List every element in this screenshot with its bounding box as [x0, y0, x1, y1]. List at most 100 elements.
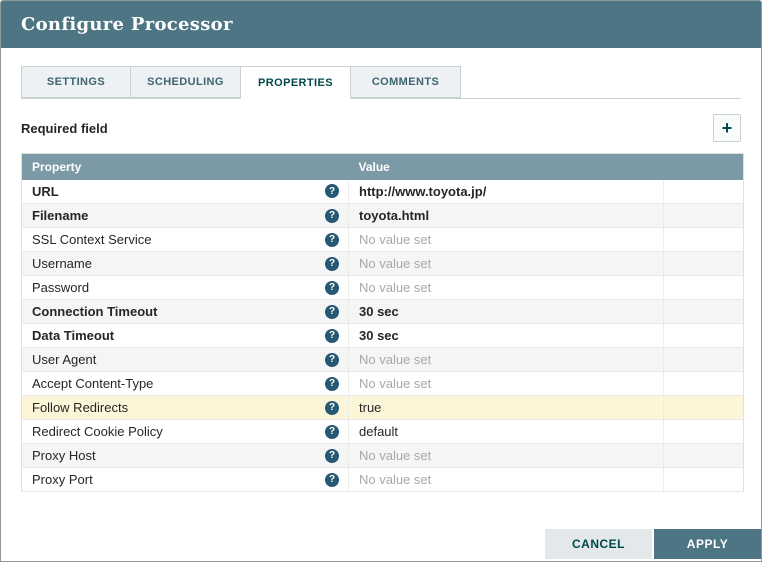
property-value[interactable]: toyota.html: [348, 203, 664, 228]
property-value[interactable]: 30 sec: [348, 299, 664, 324]
property-value[interactable]: No value set: [348, 467, 664, 492]
table-row: Data Timeout ? 30 sec: [21, 323, 744, 348]
empty-cell: [663, 179, 744, 204]
property-name: URL: [32, 183, 59, 199]
property-name: Accept Content-Type: [32, 376, 154, 391]
configure-processor-dialog: Configure Processor SETTINGS SCHEDULING …: [0, 0, 762, 562]
property-value[interactable]: true: [348, 395, 664, 420]
question-circle-icon[interactable]: ?: [325, 208, 339, 223]
property-value[interactable]: No value set: [348, 347, 664, 372]
table-row: Proxy Port ? No value set: [21, 467, 744, 492]
property-name: Proxy Port: [32, 472, 93, 487]
question-circle-icon[interactable]: ?: [325, 280, 339, 295]
table-row: Redirect Cookie Policy ? default: [21, 419, 744, 444]
question-circle-icon[interactable]: ?: [325, 256, 339, 271]
empty-cell: [663, 443, 744, 468]
tab-scheduling[interactable]: SCHEDULING: [131, 66, 241, 98]
add-property-button[interactable]: +: [713, 114, 741, 142]
property-value[interactable]: default: [348, 419, 664, 444]
empty-cell: [663, 371, 744, 396]
property-cell: Username ?: [21, 251, 349, 276]
property-value[interactable]: http://www.toyota.jp/: [348, 179, 664, 204]
property-cell: Data Timeout ?: [21, 323, 349, 348]
property-value[interactable]: No value set: [348, 371, 664, 396]
table-row: Filename ? toyota.html: [21, 203, 744, 228]
property-name: User Agent: [32, 352, 97, 367]
table-row: User Agent ? No value set: [21, 347, 744, 372]
property-value[interactable]: No value set: [348, 227, 664, 252]
property-name: Follow Redirects: [32, 400, 129, 415]
property-cell: URL ?: [21, 179, 349, 204]
column-header-property: Property: [21, 153, 349, 180]
dialog-footer: CANCEL APPLY: [545, 529, 761, 559]
empty-cell: [663, 275, 744, 300]
property-cell: Proxy Port ?: [21, 467, 349, 492]
dialog-title: Configure Processor: [21, 14, 233, 35]
property-cell: Proxy Host ?: [21, 443, 349, 468]
table-row: Follow Redirects ? true: [21, 395, 744, 420]
property-cell: Filename ?: [21, 203, 349, 228]
table-row: URL ? http://www.toyota.jp/: [21, 179, 744, 204]
cancel-button[interactable]: CANCEL: [545, 529, 652, 559]
empty-cell: [663, 395, 744, 420]
property-cell: Follow Redirects ?: [21, 395, 349, 420]
property-name: Connection Timeout: [32, 304, 158, 319]
table-row: Proxy Host ? No value set: [21, 443, 744, 468]
property-value[interactable]: No value set: [348, 443, 664, 468]
properties-table: Property Value URL ? http://www.toyota.j…: [21, 153, 744, 492]
property-name: Proxy Host: [32, 448, 96, 463]
header-row: Property Value: [21, 153, 744, 180]
property-cell: Accept Content-Type ?: [21, 371, 349, 396]
table-row: Username ? No value set: [21, 251, 744, 276]
required-field-label: Required field: [21, 120, 108, 136]
property-value[interactable]: No value set: [348, 251, 664, 276]
question-circle-icon[interactable]: ?: [325, 328, 339, 343]
column-header-value: Value: [348, 153, 664, 180]
property-cell: Password ?: [21, 275, 349, 300]
empty-cell: [663, 347, 744, 372]
question-circle-icon[interactable]: ?: [325, 376, 339, 391]
empty-cell: [663, 203, 744, 228]
question-circle-icon[interactable]: ?: [325, 424, 339, 439]
table-row: SSL Context Service ? No value set: [21, 227, 744, 252]
question-circle-icon[interactable]: ?: [325, 448, 339, 463]
table-row: Accept Content-Type ? No value set: [21, 371, 744, 396]
tab-properties[interactable]: PROPERTIES: [241, 66, 351, 99]
question-circle-icon[interactable]: ?: [325, 472, 339, 487]
tab-comments[interactable]: COMMENTS: [351, 66, 461, 98]
property-value[interactable]: 30 sec: [348, 323, 664, 348]
property-cell: Connection Timeout ?: [21, 299, 349, 324]
question-circle-icon[interactable]: ?: [325, 352, 339, 367]
empty-cell: [663, 299, 744, 324]
property-name: Username: [32, 256, 92, 271]
property-name: Data Timeout: [32, 328, 115, 343]
question-circle-icon[interactable]: ?: [325, 184, 339, 199]
properties-table-body: URL ? http://www.toyota.jp/ Filename ? t…: [21, 179, 744, 492]
question-circle-icon[interactable]: ?: [325, 304, 339, 319]
property-name: Filename: [32, 208, 89, 223]
property-cell: SSL Context Service ?: [21, 227, 349, 252]
question-circle-icon[interactable]: ?: [325, 400, 339, 415]
properties-table-header: Property Value: [21, 153, 744, 180]
property-cell: User Agent ?: [21, 347, 349, 372]
tab-settings[interactable]: SETTINGS: [21, 66, 131, 98]
property-name: SSL Context Service: [32, 232, 152, 247]
empty-cell: [663, 467, 744, 492]
property-name: Redirect Cookie Policy: [32, 424, 163, 439]
empty-cell: [663, 419, 744, 444]
property-cell: Redirect Cookie Policy ?: [21, 419, 349, 444]
apply-button[interactable]: APPLY: [654, 529, 761, 559]
property-value[interactable]: No value set: [348, 275, 664, 300]
column-header-empty: [663, 153, 744, 180]
property-name: Password: [32, 280, 90, 295]
tab-bar: SETTINGS SCHEDULING PROPERTIES COMMENTS: [21, 66, 741, 99]
table-row: Password ? No value set: [21, 275, 744, 300]
empty-cell: [663, 251, 744, 276]
table-toolbar: Required field +: [21, 114, 741, 142]
dialog-header: Configure Processor: [1, 1, 761, 48]
table-row: Connection Timeout ? 30 sec: [21, 299, 744, 324]
plus-icon: +: [721, 118, 733, 138]
empty-cell: [663, 323, 744, 348]
question-circle-icon[interactable]: ?: [325, 232, 339, 247]
empty-cell: [663, 227, 744, 252]
